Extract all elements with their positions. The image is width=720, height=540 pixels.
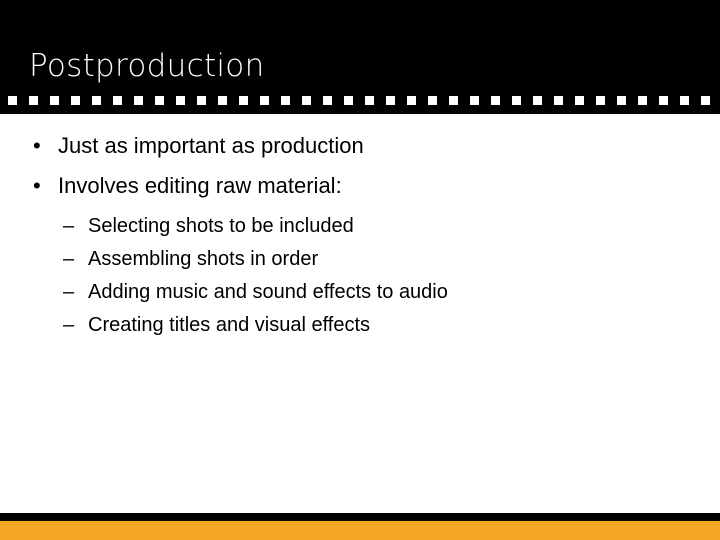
film-perforation-icon [50,95,59,105]
film-perforation-icon [260,95,269,105]
bullet-dash-icon: – [63,314,75,336]
film-perforation-icon [554,95,563,105]
list-item-label: Involves editing raw material: [58,173,342,198]
film-perforation-icon [638,95,647,105]
list-item-label: Creating titles and visual effects [88,314,371,336]
film-perforation-icon [512,95,521,105]
list-item-label: Selecting shots to be included [88,215,354,237]
bullet-dot-icon: • [33,173,41,198]
list-item: – Assembling shots in order [0,245,720,273]
list-item: – Adding music and sound effects to audi… [0,278,720,306]
film-perforation-icon [92,95,101,105]
bullet-dash-icon: – [63,215,75,237]
list-item: – Selecting shots to be included [0,212,720,240]
film-perforation-icon [428,95,437,105]
film-perforation-icon [386,95,395,105]
film-perforation-icon [281,95,290,105]
list-item-label: Just as important as production [58,133,364,158]
film-perforation-icon [659,95,668,105]
film-perforation-icon [407,95,416,105]
film-perforation-icon [113,95,122,105]
slide-body: • Just as important as production • Invo… [0,114,720,514]
slide-title: Postproduction [29,48,265,84]
film-perforation-icon [29,95,38,105]
bullet-dash-icon: – [63,248,75,270]
footer-bar: © Goodheart-Willcox Co., Inc. Permission… [0,521,720,540]
film-perforation-icon [491,95,500,105]
film-perforation-icon [239,95,248,105]
film-perforation-icon [470,95,479,105]
film-perforation-icon [176,95,185,105]
sub-bullet-list: – Selecting shots to be included – Assem… [0,212,720,339]
film-perforation-icon [218,95,227,105]
footer-divider-rule [0,513,720,521]
film-perforation-icon [533,95,542,105]
film-perforation-icon [8,95,17,105]
list-item: • Involves editing raw material: [0,170,720,201]
film-perforation-icon [680,95,689,105]
list-item: • Just as important as production [0,130,720,161]
bullet-dot-icon: • [33,133,41,158]
film-perforation-icon [617,95,626,105]
list-item: – Creating titles and visual effects [0,311,720,339]
slide-header-band: Postproduction [0,0,720,114]
film-perforation-icon [134,95,143,105]
film-perforation-icon [323,95,332,105]
film-perforation-icon [449,95,458,105]
film-perforation-strip [0,93,720,107]
film-perforation-icon [302,95,311,105]
film-perforation-icon [71,95,80,105]
presentation-slide: Postproduction • Just as important as pr… [0,0,720,540]
bullet-list: • Just as important as production • Invo… [0,130,720,344]
list-item-label: Assembling shots in order [88,248,319,270]
film-perforation-icon [575,95,584,105]
list-item-label: Adding music and sound effects to audio [88,281,448,303]
film-perforation-icon [365,95,374,105]
film-perforation-icon [344,95,353,105]
film-perforation-icon [596,95,605,105]
bullet-dash-icon: – [63,281,75,303]
film-perforation-icon [155,95,164,105]
film-perforation-icon [197,95,206,105]
film-perforation-icon [701,95,710,105]
